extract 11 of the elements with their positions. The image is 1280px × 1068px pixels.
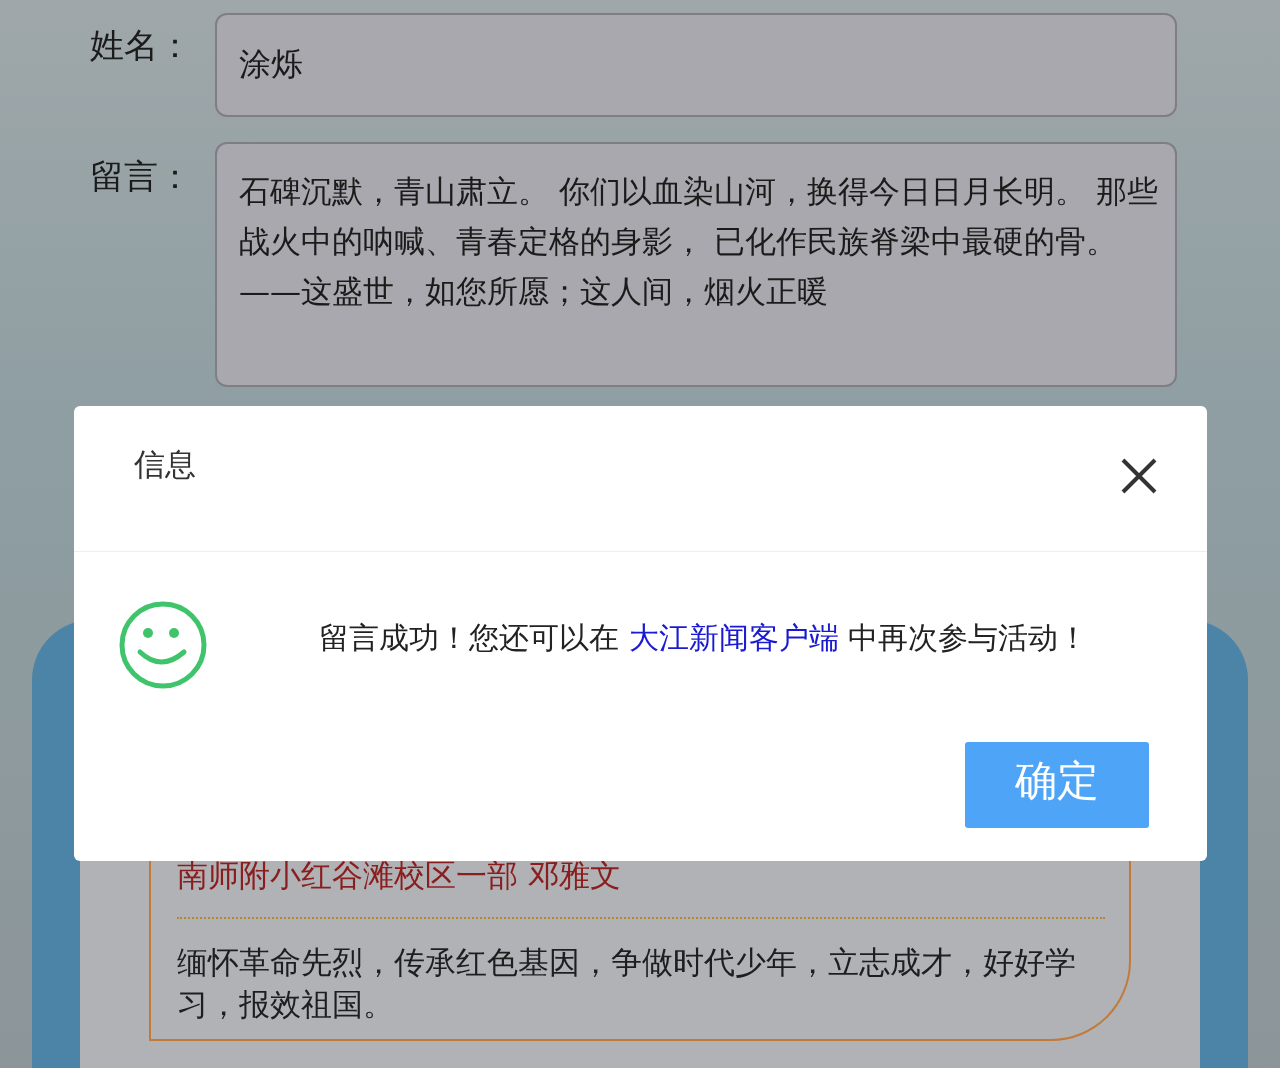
dialog-message: 留言成功！您还可以在 大江新闻客户端 中再次参与活动！ [319,619,1089,657]
field-label: 姓名： [89,24,192,67]
message-field[interactable]: 石碑沉默，青山肃立。 你们以血染山河，换得今日日月长明。 那些战火中的呐喊、青春定格的身影， 已化作民族脊梁中最硬的骨。 ——这盛世，如您所愿；这人间，烟火正暖 [215,142,1177,387]
close-button[interactable] [1119,456,1159,496]
message-text: 缅怀革命先烈，传承红色基因，争做时代少年，立志成才，好好学习，报效祖国。 [177,943,1077,1024]
name-field[interactable]: 涂烁 [215,13,1177,117]
app-link[interactable]: 大江新闻客户端 [628,620,839,655]
dialog-title: 信息 [134,445,196,484]
field-label: 留言： [89,155,192,198]
close-icon [1119,456,1159,496]
smiley-icon [118,600,208,690]
